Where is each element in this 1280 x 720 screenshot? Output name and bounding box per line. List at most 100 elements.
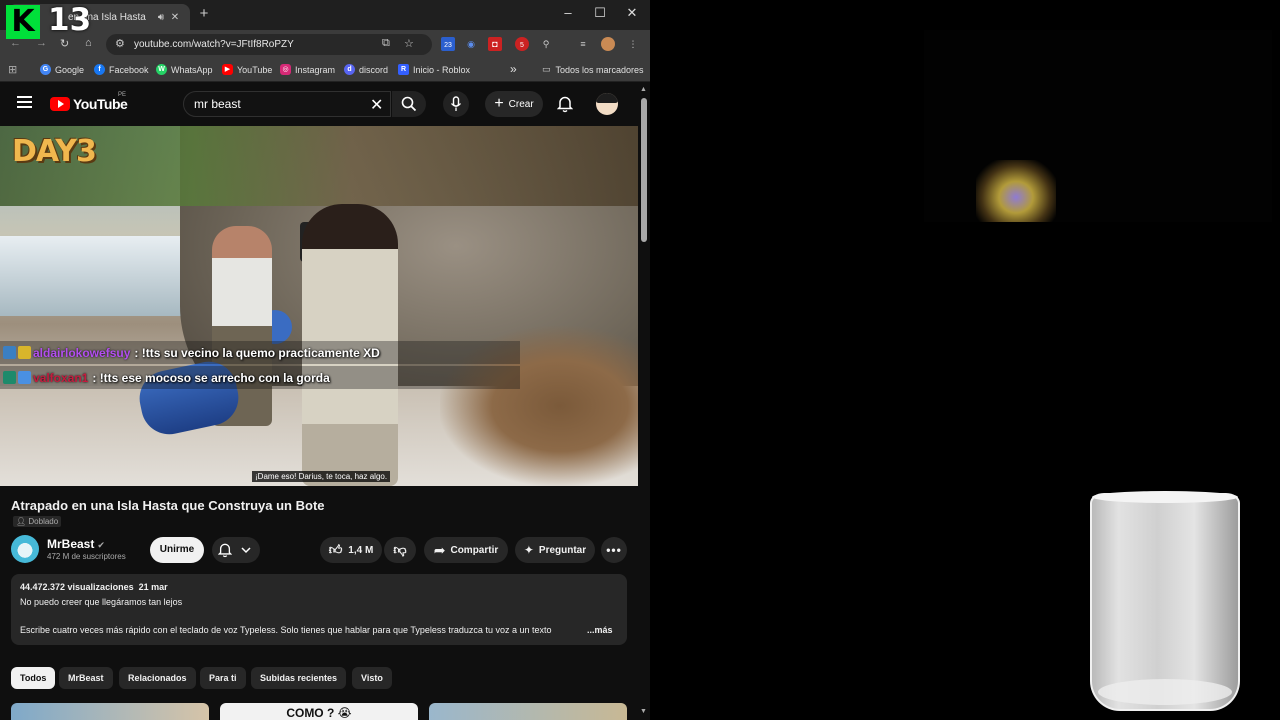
chip-relacionados[interactable]: Relacionados: [119, 667, 196, 689]
more-bookmarks-icon[interactable]: »: [510, 62, 517, 76]
folder-icon: ▭: [542, 64, 551, 74]
notifications-bell-icon[interactable]: [557, 95, 573, 113]
scrollbar-thumb[interactable]: [641, 98, 647, 242]
browser-window: en una Isla Hasta 🔊︎ ✕ + – ☐ ✕ ← → ↻ ⌂ ⚙…: [0, 0, 650, 720]
install-app-icon[interactable]: ⧉: [382, 37, 390, 50]
more-horizontal-icon: •••: [606, 543, 622, 557]
hamburger-menu-icon[interactable]: [17, 96, 32, 108]
join-button[interactable]: Unirme: [150, 537, 204, 563]
like-button[interactable]: 👍︎ 1,4 M: [320, 537, 382, 563]
minimize-button[interactable]: –: [556, 5, 580, 20]
profile-avatar-icon[interactable]: [601, 37, 615, 51]
apps-grid-icon[interactable]: ⊞: [8, 63, 17, 76]
maximize-button[interactable]: ☐: [588, 5, 612, 21]
share-button[interactable]: ➦ Compartir: [424, 537, 508, 563]
google-icon: G: [40, 64, 51, 75]
chat-badge-icon: [18, 346, 31, 359]
user-avatar[interactable]: [596, 93, 618, 115]
dislike-button[interactable]: 👎︎: [384, 537, 416, 563]
bookmark-youtube[interactable]: ▶ YouTube: [222, 64, 272, 75]
chip-visto[interactable]: Visto: [352, 667, 392, 689]
home-icon[interactable]: ⌂: [85, 37, 92, 49]
channel-name[interactable]: MrBeast ✔: [47, 537, 105, 551]
scroll-up-arrow-icon[interactable]: ▲: [640, 86, 647, 93]
extension-alert-icon[interactable]: 5: [515, 37, 529, 51]
clear-search-icon[interactable]: ✕: [370, 95, 383, 115]
youtube-logo[interactable]: YouTube PE: [50, 92, 128, 112]
chat-badge-icon: [18, 371, 31, 384]
chip-subidas-recientes[interactable]: Subidas recientes: [251, 667, 347, 689]
new-tab-button[interactable]: +: [196, 5, 212, 23]
channel-avatar[interactable]: [11, 535, 39, 563]
chip-para-ti[interactable]: Para ti: [200, 667, 246, 689]
address-toolbar: ← → ↻ ⌂ ⚙ youtube.com/watch?v=JFtIf8RoPZ…: [0, 30, 650, 58]
facebook-icon: f: [94, 64, 105, 75]
bookmark-google[interactable]: G Google: [40, 64, 84, 75]
verified-check-icon: ✔: [97, 540, 105, 550]
webcam-region: [924, 30, 1272, 222]
search-input[interactable]: [194, 97, 354, 111]
search-icon: [401, 96, 417, 112]
microphone-icon: [450, 96, 462, 111]
extension-badge-icon[interactable]: 23: [441, 37, 455, 51]
recommended-video-thumbnail[interactable]: COMO ? 😭: [220, 703, 418, 720]
show-more-link[interactable]: ...más: [587, 625, 613, 635]
bookmark-whatsapp[interactable]: W WhatsApp: [156, 64, 213, 75]
all-bookmarks-folder[interactable]: ▭ Todos los marcadores: [542, 64, 644, 75]
stream-logo-number: 13: [48, 2, 92, 38]
plus-icon: +: [494, 95, 504, 112]
youtube-icon: ▶: [222, 64, 233, 75]
bookmark-discord[interactable]: d discord: [344, 64, 388, 75]
video-title: Atrapado en una Isla Hasta que Construya…: [11, 498, 325, 513]
dubbed-badge: 👤︎ Doblado: [13, 516, 62, 527]
page-scrollbar[interactable]: ▲ ▼: [638, 84, 650, 720]
stream-logo-k: K: [6, 5, 40, 39]
discord-icon: d: [344, 64, 355, 75]
subscriber-count: 472 M de suscriptores: [47, 552, 126, 561]
chat-badge-icon: [3, 371, 16, 384]
chat-message: valfoxan1 : !tts ese mocoso se arrecho c…: [0, 366, 520, 389]
view-count-date: 44.472.372 visualizaciones 21 mar: [20, 582, 168, 592]
recommended-video-thumbnail[interactable]: [11, 703, 209, 720]
create-button[interactable]: + Crear: [485, 91, 543, 117]
description-box[interactable]: 44.472.372 visualizaciones 21 mar No pue…: [11, 574, 627, 645]
video-subtitle: ¡Dame eso! Darius, te toca, haz algo.: [252, 471, 391, 482]
chip-mrbeast[interactable]: MrBeast: [59, 667, 113, 689]
address-bar[interactable]: ⚙ youtube.com/watch?v=JFtIf8RoPZY ⧉ ☆: [106, 34, 432, 55]
bookmark-facebook[interactable]: f Facebook: [94, 64, 149, 75]
bookmark-star-icon[interactable]: ☆: [404, 37, 414, 50]
instagram-icon: ◎: [280, 64, 291, 75]
extension-red-icon[interactable]: ◘: [488, 37, 502, 51]
sparkle-icon: ✦: [523, 543, 534, 557]
thumbs-down-icon: 👎︎: [393, 542, 407, 557]
share-arrow-icon: ➦: [433, 541, 446, 558]
audio-icon[interactable]: 🔊︎: [154, 12, 168, 23]
roblox-icon: R: [398, 64, 409, 75]
browser-menu-icon[interactable]: ⋮: [626, 37, 640, 51]
url-text[interactable]: youtube.com/watch?v=JFtIf8RoPZY: [134, 39, 294, 50]
dubbed-icon: 👤︎: [16, 517, 27, 526]
bookmark-instagram[interactable]: ◎ Instagram: [280, 64, 335, 75]
more-actions-button[interactable]: •••: [601, 537, 627, 563]
close-window-button[interactable]: ✕: [620, 5, 644, 21]
extensions-puzzle-icon[interactable]: ⚲: [539, 37, 553, 51]
youtube-header: YouTube PE ✕ + Crear: [0, 84, 638, 126]
search-box[interactable]: ✕: [183, 91, 391, 117]
scroll-down-arrow-icon[interactable]: ▼: [640, 708, 647, 715]
site-settings-icon[interactable]: ⚙: [115, 37, 125, 50]
title-bar: en una Isla Hasta 🔊︎ ✕ + – ☐ ✕: [0, 0, 650, 30]
ask-button[interactable]: ✦ Preguntar: [515, 537, 595, 563]
recommended-video-thumbnail[interactable]: [429, 703, 627, 720]
video-player[interactable]: DAY3 aldairlokowefsuy : !tts su vecino l…: [0, 126, 638, 486]
tab-close-icon[interactable]: ✕: [168, 12, 182, 23]
subscription-bell-button[interactable]: [212, 537, 260, 563]
bookmark-roblox[interactable]: R Inicio - Roblox: [398, 64, 470, 75]
search-button[interactable]: [392, 91, 426, 117]
chat-message: aldairlokowefsuy : !tts su vecino la que…: [0, 341, 520, 364]
extension-sound-icon[interactable]: ◉: [464, 37, 478, 51]
reload-icon[interactable]: ↻: [60, 37, 69, 50]
youtube-play-icon: [50, 97, 70, 111]
chip-todos[interactable]: Todos: [11, 667, 56, 689]
reading-list-icon[interactable]: ≡: [576, 37, 590, 51]
voice-search-button[interactable]: [443, 91, 469, 117]
